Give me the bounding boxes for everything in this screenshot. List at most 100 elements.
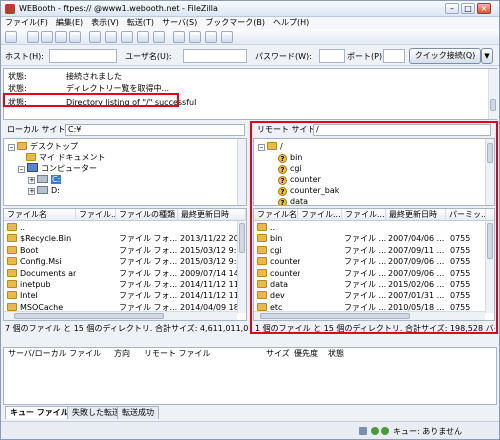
local-list-header: ファイル名 ファイル... ファイルの種類 最終更新日時 — [4, 209, 246, 221]
cell-type: ファイル フォ... — [119, 280, 178, 289]
cell-type: ファイル フォ... — [119, 245, 178, 255]
maximize-button[interactable]: □ — [461, 3, 475, 14]
cancel-icon[interactable] — [121, 31, 133, 43]
password-input[interactable] — [319, 49, 345, 63]
collapse-icon[interactable]: – — [18, 166, 25, 173]
local-list-vscroll[interactable] — [237, 221, 246, 313]
process-queue-icon[interactable] — [105, 31, 117, 43]
menu-help[interactable]: ヘルプ(H) — [269, 17, 313, 29]
col-modified[interactable]: 最終更新日時 — [178, 209, 246, 221]
table-row[interactable]: Intel ファイル フォ...2014/11/12 11:2... — [4, 290, 238, 302]
folder-icon — [7, 234, 17, 243]
cell-type: ファイル フォ... — [119, 291, 178, 301]
expand-icon[interactable]: + — [28, 188, 35, 195]
log-scrollbar[interactable] — [488, 69, 497, 119]
table-row[interactable]: Config.Msi ファイル フォ...2015/03/12 9:44... — [4, 256, 238, 268]
folder-icon — [17, 142, 27, 150]
table-row[interactable]: Documents an... ファイル フォ...2009/07/14 14:0… — [4, 268, 238, 280]
menu-transfer[interactable]: 転送(T) — [123, 17, 158, 29]
cell-type: ファイル フォ... — [119, 268, 178, 278]
cell-date: 2014/11/12 11:2... — [180, 291, 238, 301]
cell-date: 2015/03/12 9:44... — [180, 257, 238, 267]
tree-item-label: コンピューター — [41, 164, 97, 173]
led-icon — [371, 427, 379, 435]
queue-col-direction[interactable]: 方向 — [114, 348, 130, 360]
local-list-hscroll[interactable] — [4, 311, 237, 320]
cell-size — [76, 245, 116, 257]
expand-icon[interactable]: + — [28, 177, 35, 184]
table-row[interactable]: Boot ファイル フォ...2015/03/12 9:45... — [4, 245, 238, 257]
password-label: パスワード(W): — [255, 52, 312, 61]
quickconnect-dropdown-icon[interactable]: ▼ — [481, 48, 493, 64]
table-row[interactable]: .. — [4, 222, 236, 234]
tree-item-label: C: — [51, 175, 62, 184]
queue-col-local[interactable]: サーバ/ローカル ファイル — [8, 348, 101, 360]
filter-icon[interactable] — [173, 31, 185, 43]
username-input[interactable] — [183, 49, 247, 63]
file-name: Intel — [20, 291, 38, 301]
folder-icon — [7, 245, 17, 254]
file-name: Boot — [20, 245, 39, 255]
tree-item-desktop[interactable]: – デスクトップ — [8, 141, 78, 152]
col-filesize[interactable]: ファイル... — [76, 209, 116, 221]
scroll-thumb[interactable] — [239, 223, 245, 253]
find-icon[interactable] — [221, 31, 233, 43]
local-tree-scrollbar[interactable] — [237, 139, 246, 205]
table-row[interactable]: inetpub ファイル フォ...2014/11/12 11:2... — [4, 279, 238, 291]
local-site-bar: ローカル サイト: C:¥ — [3, 123, 247, 137]
menu-bookmarks[interactable]: ブックマーク(B) — [201, 17, 269, 29]
menu-view[interactable]: 表示(V) — [87, 17, 123, 29]
tree-item-drive-d[interactable]: + D: — [28, 185, 60, 196]
quickconnect-button[interactable]: クイック接続(Q) — [409, 48, 481, 64]
cell-size — [76, 233, 116, 245]
close-button[interactable]: × — [477, 3, 491, 14]
message-log-icon[interactable] — [27, 31, 39, 43]
collapse-icon[interactable]: – — [8, 144, 15, 151]
queue-col-remote[interactable]: リモート ファイル — [144, 348, 211, 360]
scroll-thumb[interactable] — [490, 99, 496, 111]
port-input[interactable] — [383, 49, 405, 63]
queue-col-status[interactable]: 状態 — [328, 348, 344, 360]
drive-icon — [37, 175, 48, 183]
disconnect-icon[interactable] — [137, 31, 149, 43]
cell-date: 2013/11/22 20:2... — [180, 234, 238, 244]
transfer-queue: サーバ/ローカル ファイル 方向 リモート ファイル サイズ 優先度 状態 — [3, 347, 497, 405]
sync-browse-icon[interactable] — [205, 31, 217, 43]
table-row[interactable]: $Recycle.Bin ファイル フォ...2013/11/22 20:2... — [4, 233, 238, 245]
tree-item-documents[interactable]: マイ ドキュメント — [26, 152, 106, 163]
toolbar — [1, 29, 499, 45]
compare-icon[interactable] — [189, 31, 201, 43]
local-site-label: ローカル サイト: — [7, 125, 69, 134]
lock-icon — [359, 427, 367, 435]
minimize-button[interactable]: – — [445, 3, 459, 14]
scroll-thumb[interactable] — [14, 313, 164, 319]
queue-col-priority[interactable]: 優先度 — [294, 348, 318, 360]
file-name: $Recycle.Bin — [20, 234, 72, 244]
remote-tree-icon[interactable] — [55, 31, 67, 43]
local-tree-icon[interactable] — [41, 31, 53, 43]
menu-server[interactable]: サーバ(S) — [158, 17, 201, 29]
menu-edit[interactable]: 編集(E) — [52, 17, 87, 29]
queue-col-size[interactable]: サイズ — [266, 348, 290, 360]
status-bar: キュー: ありません — [1, 421, 499, 439]
host-input[interactable] — [49, 49, 117, 63]
site-manager-icon[interactable] — [5, 31, 17, 43]
col-filetype[interactable]: ファイルの種類 — [116, 209, 178, 221]
cell-size — [76, 256, 116, 268]
folder-icon — [26, 153, 36, 161]
transfer-queue-icon[interactable] — [69, 31, 81, 43]
local-path-input[interactable]: C:¥ — [65, 124, 245, 136]
local-file-list: ファイル名 ファイル... ファイルの種類 最終更新日時 .. $Recycle.… — [3, 208, 247, 321]
tree-item-computer[interactable]: – コンピューター — [18, 163, 97, 174]
cell-size — [76, 268, 116, 280]
menu-file[interactable]: ファイル(F) — [1, 17, 52, 29]
tab-queued-files[interactable]: キュー ファイル — [5, 406, 74, 419]
tab-successful-transfers[interactable]: 転送成功 — [117, 406, 159, 419]
file-name: inetpub — [20, 280, 51, 289]
col-filename[interactable]: ファイル名 — [4, 209, 76, 221]
refresh-icon[interactable] — [89, 31, 101, 43]
tree-item-drive-c[interactable]: + C: — [28, 174, 62, 185]
reconnect-icon[interactable] — [153, 31, 165, 43]
cell-size — [76, 222, 116, 234]
folder-icon — [7, 302, 17, 311]
